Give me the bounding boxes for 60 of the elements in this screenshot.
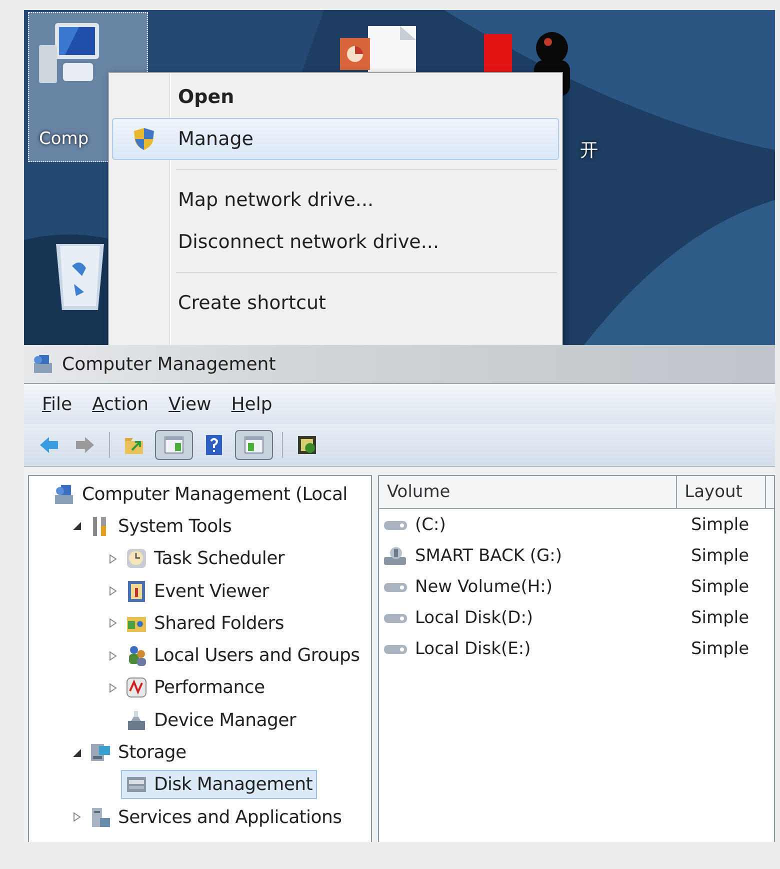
column-header[interactable]: Volume bbox=[379, 476, 677, 508]
tree-item[interactable]: Computer Management (Local bbox=[49, 480, 352, 509]
expand-arrow-icon[interactable] bbox=[108, 586, 118, 596]
menu-item[interactable]: View bbox=[168, 394, 212, 414]
performance-icon bbox=[125, 676, 148, 700]
pane-icon bbox=[243, 434, 265, 456]
menu-item[interactable]: Help bbox=[231, 394, 272, 414]
expand-arrow-icon[interactable] bbox=[72, 812, 82, 822]
backup-drive-icon bbox=[383, 546, 409, 566]
computer-management-icon bbox=[32, 353, 54, 375]
volume-name: (C:) bbox=[415, 514, 446, 534]
device-manager-icon bbox=[125, 708, 148, 732]
tree-item[interactable]: Disk Management bbox=[121, 770, 318, 800]
layout-value: Simple bbox=[690, 638, 750, 658]
icon-label: 开 bbox=[580, 139, 598, 162]
expand-arrow-icon[interactable] bbox=[108, 618, 118, 628]
expand-arrow-icon[interactable] bbox=[108, 650, 118, 661]
menu-item[interactable]: Create shortcut bbox=[112, 282, 559, 324]
computer-management-icon bbox=[53, 482, 76, 506]
volume-name: SMART BACK (G:) bbox=[415, 546, 562, 566]
volume-name: New Volume(H:) bbox=[415, 576, 552, 596]
toolbar-button[interactable] bbox=[155, 430, 193, 460]
icon-label: Comp bbox=[39, 129, 89, 149]
volume-name: Local Disk(E:) bbox=[415, 638, 531, 658]
tree-item[interactable]: Device Manager bbox=[121, 706, 301, 735]
tree-item[interactable]: Performance bbox=[121, 673, 270, 702]
tree-item[interactable]: Shared Folders bbox=[121, 608, 289, 638]
toolbar-button[interactable] bbox=[235, 430, 273, 460]
layout-value: Simple bbox=[690, 576, 750, 596]
log-viewer-icon bbox=[125, 580, 148, 603]
collapse-arrow-icon[interactable] bbox=[72, 748, 82, 758]
pane-icon bbox=[163, 434, 185, 456]
tree-item[interactable]: Services and Applications bbox=[85, 802, 347, 832]
menu-item[interactable]: Disconnect network drive... bbox=[112, 221, 559, 263]
menu-item[interactable]: Action bbox=[92, 394, 149, 414]
shield-icon bbox=[133, 127, 155, 151]
collapse-arrow-icon[interactable] bbox=[72, 521, 82, 532]
layout-value: Simple bbox=[690, 514, 750, 534]
column-header[interactable]: Layout bbox=[676, 476, 766, 508]
expand-arrow-icon[interactable] bbox=[108, 554, 118, 564]
layout-value: Simple bbox=[690, 546, 750, 566]
help-icon bbox=[203, 434, 225, 456]
clock-icon bbox=[125, 547, 148, 570]
menu-item[interactable]: Map network drive... bbox=[112, 179, 559, 221]
menu-item[interactable]: File bbox=[42, 394, 72, 414]
menu-item[interactable]: Open bbox=[112, 76, 559, 118]
services-icon bbox=[89, 806, 112, 829]
tree-item[interactable]: System Tools bbox=[85, 512, 237, 541]
menu-item[interactable]: Manage bbox=[112, 118, 559, 160]
volume-name: Local Disk(D:) bbox=[415, 608, 534, 628]
tree-item[interactable]: Event Viewer bbox=[121, 576, 274, 606]
layout-value: Simple bbox=[690, 608, 750, 628]
forward-arrow-icon bbox=[74, 434, 96, 456]
tree-item[interactable]: Local Users and Groups bbox=[121, 641, 365, 670]
expand-arrow-icon[interactable] bbox=[108, 682, 118, 693]
back-arrow-icon bbox=[38, 434, 60, 456]
tree-item[interactable]: Storage bbox=[85, 738, 192, 768]
tree-item[interactable]: Task Scheduler bbox=[121, 544, 290, 574]
properties-icon bbox=[296, 434, 318, 456]
window-title: Computer Management bbox=[62, 354, 276, 374]
